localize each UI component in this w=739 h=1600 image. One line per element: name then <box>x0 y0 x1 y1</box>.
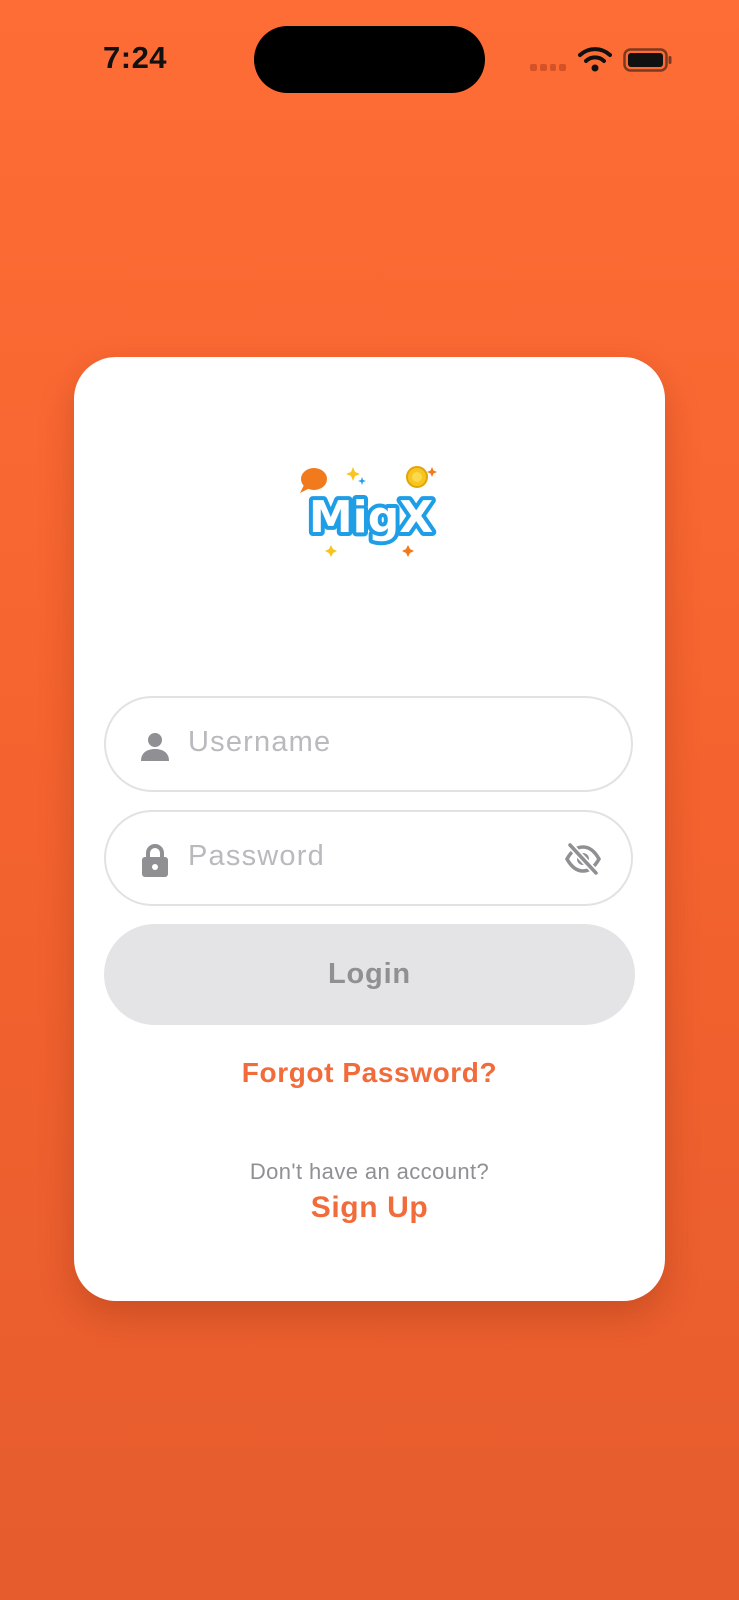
status-bar: 7:24 <box>0 0 739 120</box>
status-time: 7:24 <box>103 40 168 75</box>
eye-slash-icon[interactable] <box>565 842 601 876</box>
lock-icon <box>142 844 168 877</box>
battery-icon <box>623 48 672 72</box>
password-field[interactable]: Password <box>104 810 633 906</box>
wifi-icon <box>578 47 612 72</box>
forgot-password-link[interactable]: Forgot Password? <box>74 1057 665 1089</box>
signup-prompt: Don't have an account? <box>249 1159 490 1184</box>
username-field[interactable]: Username <box>104 696 633 792</box>
username-placeholder: Username <box>188 726 332 758</box>
signup-link[interactable]: Sign Up <box>74 1191 665 1225</box>
dynamic-island <box>254 26 485 93</box>
login-button[interactable]: Login <box>104 924 635 1025</box>
migx-logo: MigX <box>300 466 437 557</box>
signal-icon <box>530 64 566 72</box>
login-card: MigX Username Password Login Forgot Pass… <box>74 357 665 1301</box>
person-icon <box>141 733 169 761</box>
logo-wordmark: MigX <box>309 492 433 543</box>
password-placeholder: Password <box>188 840 325 872</box>
